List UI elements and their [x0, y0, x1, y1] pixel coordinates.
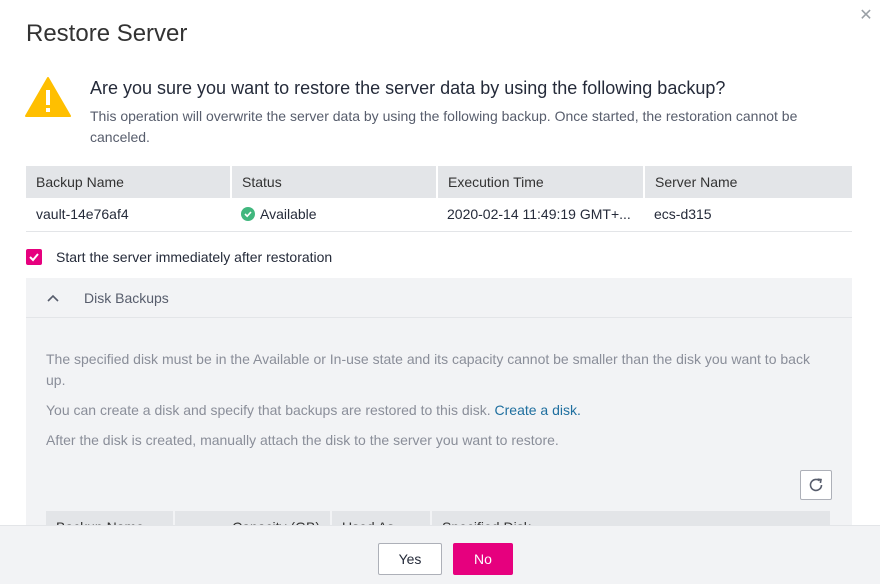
start-server-option: Start the server immediately after resto… — [26, 249, 332, 265]
backup-name-cell: vault-14e76af4 — [26, 198, 231, 232]
disk-note-2: You can create a disk and specify that b… — [46, 400, 832, 421]
refresh-button[interactable] — [800, 470, 832, 500]
restore-server-dialog: ✕ Restore Server Are you sure you want t… — [0, 0, 880, 584]
warning-icon — [25, 77, 71, 117]
column-header-server-name: Server Name — [644, 166, 852, 198]
confirm-description: This operation will overwrite the server… — [90, 108, 798, 145]
column-header-backup-name: Backup Name — [26, 166, 232, 198]
disk-backups-toggle[interactable]: Disk Backups — [26, 278, 852, 318]
start-server-label: Start the server immediately after resto… — [56, 249, 333, 265]
dialog-footer: Yes No — [0, 525, 880, 584]
no-button[interactable]: No — [453, 543, 513, 575]
execution-time-cell: 2020-02-14 11:49:19 GMT+... — [437, 198, 644, 232]
close-icon[interactable]: ✕ — [858, 8, 874, 24]
disk-backups-title: Disk Backups — [84, 289, 169, 306]
disk-note-2-text: You can create a disk and specify that b… — [46, 402, 491, 418]
server-name-cell: ecs-d315 — [644, 198, 852, 232]
column-header-execution-time: Execution Time — [437, 166, 645, 198]
start-server-checkbox[interactable] — [26, 249, 42, 265]
chevron-up-icon — [46, 291, 60, 305]
disk-note-1: The specified disk must be in the Availa… — [46, 351, 810, 388]
disk-backups-notes: The specified disk must be in the Availa… — [26, 318, 852, 451]
column-header-status: Status — [231, 166, 438, 198]
check-circle-icon — [241, 207, 255, 222]
create-disk-link[interactable]: Create a disk. — [495, 402, 581, 418]
confirm-question: Are you sure you want to restore the ser… — [90, 78, 726, 98]
dialog-title: Restore Server — [26, 20, 188, 47]
checkmark-icon — [29, 253, 39, 262]
status-text: Available — [260, 206, 317, 223]
table-row: vault-14e76af4 Available 2020-02-14 11:4… — [26, 198, 852, 232]
disk-backups-panel: Disk Backups The specified disk must be … — [26, 278, 852, 543]
disk-note-3: After the disk is created, manually atta… — [46, 432, 559, 448]
yes-button[interactable]: Yes — [378, 543, 442, 575]
refresh-icon — [809, 478, 823, 492]
status-cell: Available — [231, 198, 437, 232]
table-header-row: Backup Name Status Execution Time Server… — [26, 166, 852, 198]
backup-table: Backup Name Status Execution Time Server… — [26, 166, 852, 232]
